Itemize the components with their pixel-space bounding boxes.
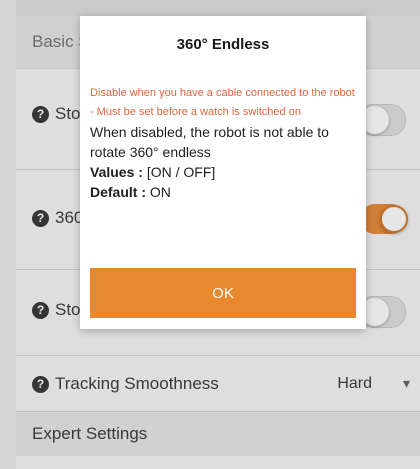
ok-button[interactable]: OK <box>90 268 356 318</box>
default-text: ON <box>149 184 171 200</box>
values-label: Values : <box>90 164 143 180</box>
dialog-title: 360° Endless <box>176 36 270 53</box>
values-line: Values : [ON / OFF] <box>90 162 360 182</box>
warning-text: Disable when you have a cable connected … <box>90 87 355 118</box>
default-label: Default : <box>90 184 146 200</box>
description-text: When disabled, the robot is not able to … <box>90 124 329 160</box>
info-dialog: 360° Endless Disable when you have a cab… <box>80 16 366 329</box>
default-line: Default : ON <box>90 182 360 202</box>
dialog-body: Disable when you have a cable connected … <box>90 84 360 202</box>
values-text: [ON / OFF] <box>146 164 216 180</box>
